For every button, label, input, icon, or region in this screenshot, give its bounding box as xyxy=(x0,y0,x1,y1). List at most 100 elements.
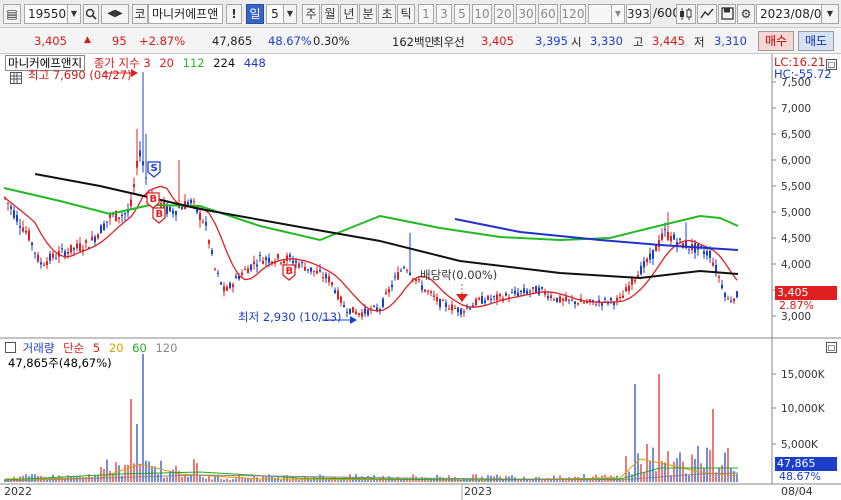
period-day-button[interactable]: 일 xyxy=(246,4,264,24)
candle-body xyxy=(118,217,120,219)
toolbar: ▤ 195500 ▼ ◀▶ 코 마니커에프앤 ! 일 5 ▼ 주 월 년 분 초… xyxy=(0,0,841,28)
buy-button[interactable]: 매수 xyxy=(758,31,794,51)
candle-body xyxy=(169,206,171,212)
period-minute-button[interactable]: 분 xyxy=(359,4,377,24)
candle-body xyxy=(733,298,735,302)
volume-ma-60[interactable]: 60 xyxy=(132,341,147,355)
table-view-icon[interactable] xyxy=(10,72,22,84)
sell-button[interactable]: 매도 xyxy=(798,31,834,51)
period-tick-button[interactable]: 틱 xyxy=(397,4,415,24)
candle-body xyxy=(403,267,405,269)
calendar-dropdown-icon[interactable]: ▼ xyxy=(821,4,839,24)
chart-area[interactable]: 7,500 7,000 6,500 6,000 5,500 5,000 4,500 4,000… xyxy=(0,54,841,500)
candle-body xyxy=(439,298,441,308)
period-week-button[interactable]: 주 xyxy=(302,4,320,24)
candle-body xyxy=(649,253,651,260)
candle-body xyxy=(673,234,675,240)
minute-60-button[interactable]: 60 xyxy=(538,4,558,24)
count-display[interactable]: 393 xyxy=(626,4,651,24)
volume-ma-label[interactable]: 단순 xyxy=(63,341,84,355)
minute-3-button[interactable]: 3 xyxy=(436,4,452,24)
x-label-2023: 2023 xyxy=(464,485,492,498)
candle-body xyxy=(139,150,141,157)
price-change: 95 xyxy=(112,34,127,48)
candle-body xyxy=(40,262,42,265)
period-second-button[interactable]: 초 xyxy=(378,4,396,24)
market-tab[interactable]: 코 xyxy=(132,4,148,24)
candle-body xyxy=(295,260,297,263)
ma-112-label[interactable]: 112 xyxy=(183,56,205,70)
prev-next-stock-icon[interactable]: ◀▶ xyxy=(101,4,129,24)
candle-body xyxy=(397,272,399,280)
minute-dropdown-icon[interactable]: ▼ xyxy=(611,4,625,24)
indicator-icon[interactable] xyxy=(697,4,717,24)
open-price: 3,330 xyxy=(590,34,623,48)
period-year-button[interactable]: 년 xyxy=(340,4,358,24)
candle-body xyxy=(433,295,435,297)
candle-body xyxy=(661,233,663,240)
minute-10-button[interactable]: 10 xyxy=(472,4,492,24)
candle-body xyxy=(478,297,480,300)
date-input[interactable]: 2023/08/04 xyxy=(756,4,822,24)
minute-1-button[interactable]: 1 xyxy=(418,4,434,24)
candle-body xyxy=(52,253,54,258)
period-dropdown-icon[interactable]: ▼ xyxy=(283,4,297,24)
candle-body xyxy=(451,304,453,311)
candle-body xyxy=(256,264,258,267)
volume-ma-120[interactable]: 120 xyxy=(155,341,177,355)
stock-name-field[interactable]: 마니커에프앤 xyxy=(148,4,223,24)
stock-code-dropdown-icon[interactable]: ▼ xyxy=(67,4,81,24)
candle-body xyxy=(346,311,348,313)
alert-button[interactable]: ! xyxy=(226,4,242,24)
stock-code-input[interactable]: 195500 xyxy=(24,4,68,24)
candle-body xyxy=(13,210,15,218)
low-label: 저 xyxy=(694,35,705,49)
price-axis-label: 5,500 xyxy=(781,181,811,193)
settings-gear-icon[interactable]: ⚙ xyxy=(737,4,755,24)
candle-body xyxy=(655,245,657,252)
period-value-input[interactable]: 5 xyxy=(266,4,284,24)
candle-type-icon[interactable] xyxy=(676,4,696,24)
candle-body xyxy=(259,255,261,257)
candle-body xyxy=(541,286,543,289)
minute-custom-input[interactable] xyxy=(588,4,612,24)
candle-body xyxy=(211,250,213,254)
candle-body xyxy=(430,291,432,293)
ma-448-label[interactable]: 448 xyxy=(244,56,266,70)
minute-20-button[interactable]: 20 xyxy=(494,4,514,24)
minute-120-button[interactable]: 120 xyxy=(560,4,586,24)
candle-body xyxy=(553,299,555,301)
menu-icon[interactable]: ▤ xyxy=(3,4,21,24)
search-icon[interactable] xyxy=(83,4,99,24)
candle-body xyxy=(73,247,75,250)
candle-body xyxy=(289,254,291,257)
candle-body xyxy=(469,307,471,310)
candle-body xyxy=(316,270,318,274)
candle-body xyxy=(343,305,345,308)
ma-224-label[interactable]: 224 xyxy=(213,56,235,70)
minute-5-button[interactable]: 5 xyxy=(454,4,470,24)
candle-body xyxy=(22,227,24,232)
volume-ma-20[interactable]: 20 xyxy=(109,341,124,355)
price-panel-maximize-icon[interactable]: □ xyxy=(826,59,837,70)
candle-body xyxy=(646,258,648,263)
candle-body xyxy=(25,230,27,233)
minute-30-button[interactable]: 30 xyxy=(516,4,536,24)
save-icon[interactable] xyxy=(718,4,736,24)
candle-body xyxy=(421,285,423,290)
ma-20-label[interactable]: 20 xyxy=(159,56,174,70)
volume-panel-legend: 거래량 단순 5 20 60 120 xyxy=(5,340,182,356)
candle-body xyxy=(268,257,270,263)
candle-body xyxy=(538,287,540,295)
high-price: 3,445 xyxy=(652,34,685,48)
candle-body xyxy=(328,276,330,283)
volume-panel-maximize-icon[interactable]: □ xyxy=(826,342,837,353)
volume-title[interactable]: 거래량 xyxy=(23,341,55,355)
period-month-button[interactable]: 월 xyxy=(321,4,339,24)
price-axis-label: 6,000 xyxy=(781,155,811,167)
price-axis-label: 5,000 xyxy=(781,207,811,219)
candle-body xyxy=(7,202,9,204)
volume-ma-5[interactable]: 5 xyxy=(93,341,100,355)
candle-body xyxy=(79,243,81,251)
candle-body xyxy=(355,311,357,315)
